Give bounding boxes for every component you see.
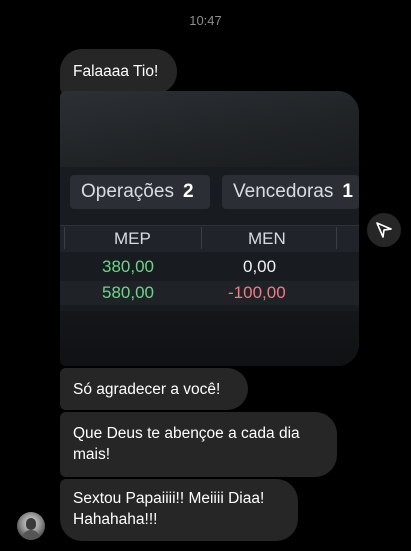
column-divider [336,227,337,249]
photo-tab-label: Vencedoras [233,181,334,202]
photo-tab-count: 2 [182,181,194,202]
column-divider [201,227,202,249]
photo-tab-vencedoras: Vencedoras 1 [222,175,359,209]
avatar-face [26,518,36,530]
photo-table-row: 580,00 -100,00 [60,281,359,305]
mep-value: 580,00 [102,283,154,302]
men-value: -100,00 [228,283,286,302]
photo-table-row: 380,00 0,00 [60,255,359,279]
message-text: Falaaaa Tio! [73,63,159,80]
photo-tab-operacoes: Operações 2 [70,175,210,209]
avatar[interactable] [17,512,45,540]
message-text: Só agradecer a você! [73,381,221,398]
message-bubble-friday[interactable]: Sextou Papaiiii!! Meiiii Diaa! Hahahaha!… [60,479,298,541]
photo-tab-count: 1 [342,181,353,202]
mep-value: 380,00 [102,257,154,276]
message-text: Que Deus te abençoe a cada dia mais! [73,425,300,463]
shared-photo[interactable]: Operações 2 Vencedoras 1 MEP MEN 380,00 0,… [60,91,359,366]
column-header-mep: MEP [114,229,151,248]
column-divider [64,227,65,249]
monitor-bezel [60,91,359,169]
photo-tab-label: Operações [81,181,174,202]
message-text: Sextou Papaiiii!! Meiiii Diaa! Hahahaha!… [73,490,265,528]
message-bubble-thanks[interactable]: Só agradecer a você! [60,368,248,410]
photo-tab-bar: Operações 2 Vencedoras 1 [60,175,359,211]
avatar-body [22,530,40,540]
message-bubble-blessing[interactable]: Que Deus te abençoe a cada dia mais! [60,412,337,477]
column-header-men: MEN [248,229,286,248]
message-timestamp: 10:47 [189,13,222,28]
monitor-lower-edge [60,311,359,366]
men-value: 0,00 [243,257,277,276]
message-bubble-greeting[interactable]: Falaaaa Tio! [60,49,177,94]
photo-table-header: MEP MEN [60,225,359,252]
share-button[interactable] [367,213,401,247]
send-icon [376,222,392,238]
